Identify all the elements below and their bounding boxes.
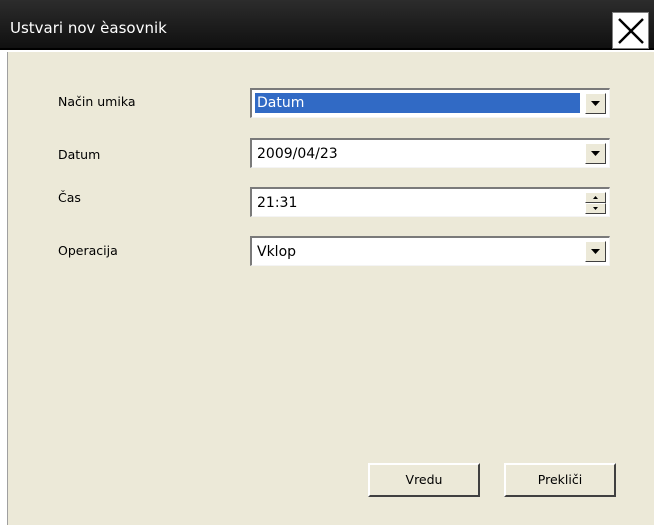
mode-label: Način umika [58, 94, 136, 109]
close-button[interactable] [612, 12, 649, 49]
date-select-value: 2009/04/23 [257, 146, 338, 162]
chevron-down-icon [591, 249, 600, 254]
operation-dropdown-button[interactable] [585, 241, 606, 262]
cancel-button[interactable]: Prekliči [504, 463, 616, 497]
ok-button[interactable]: Vredu [368, 463, 480, 497]
arrow-down-icon [593, 207, 598, 210]
close-x-icon [618, 18, 644, 44]
mode-select[interactable]: Datum [250, 88, 610, 118]
date-dropdown-button[interactable] [585, 143, 606, 164]
time-label: Čas [58, 190, 81, 205]
time-increment-button[interactable] [585, 192, 606, 203]
time-spinner-value: 21:31 [257, 195, 298, 211]
time-spinner[interactable]: 21:31 [250, 187, 610, 217]
operation-select-value: Vklop [257, 244, 297, 260]
chevron-down-icon [591, 101, 600, 106]
dialog-window: Ustvari nov èasovnik Način umika Datum D… [0, 0, 654, 525]
date-select[interactable]: 2009/04/23 [250, 138, 610, 168]
time-decrement-button[interactable] [585, 203, 606, 214]
operation-label: Operacija [58, 243, 118, 258]
title-bar: Ustvari nov èasovnik [0, 0, 654, 50]
date-label: Datum [58, 147, 101, 162]
window-title: Ustvari nov èasovnik [10, 19, 167, 37]
chevron-down-icon [591, 151, 600, 156]
mode-dropdown-button[interactable] [585, 93, 606, 114]
mode-select-value: Datum [255, 93, 580, 113]
operation-select[interactable]: Vklop [250, 236, 610, 266]
dialog-body [7, 52, 654, 525]
arrow-up-icon [593, 196, 598, 199]
